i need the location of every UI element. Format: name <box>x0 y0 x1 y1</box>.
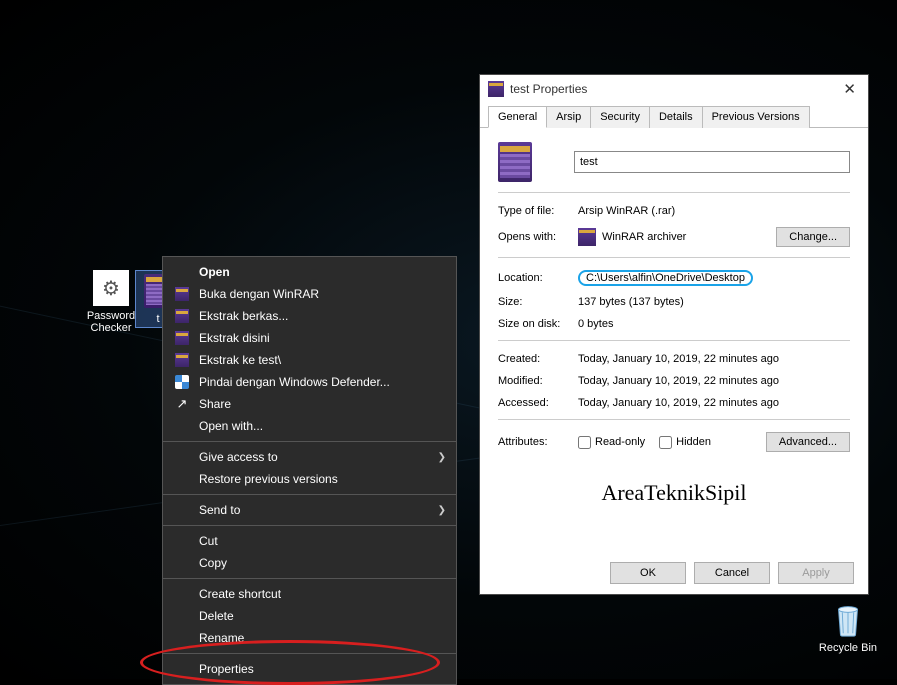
tab-arsip[interactable]: Arsip <box>546 106 591 128</box>
blank-icon <box>173 471 191 487</box>
context-menu: Open Buka dengan WinRAR Ekstrak berkas..… <box>162 256 457 685</box>
created-value: Today, January 10, 2019, 22 minutes ago <box>578 353 850 365</box>
tab-details[interactable]: Details <box>649 106 703 128</box>
menu-open-with[interactable]: Open with... <box>163 415 456 437</box>
chevron-right-icon: ❯ <box>438 452 446 463</box>
size-on-disk-label: Size on disk: <box>498 318 578 330</box>
modified-value: Today, January 10, 2019, 22 minutes ago <box>578 375 850 387</box>
location-label: Location: <box>498 272 578 284</box>
gear-icon: ⚙ <box>93 270 129 306</box>
shield-icon <box>173 374 191 390</box>
menu-buka-dengan-winrar[interactable]: Buka dengan WinRAR <box>163 283 456 305</box>
menu-ekstrak-berkas[interactable]: Ekstrak berkas... <box>163 305 456 327</box>
tab-panel-general: Type of file: Arsip WinRAR (.rar) Opens … <box>480 128 868 516</box>
close-button[interactable]: ✕ <box>837 80 862 98</box>
blank-icon <box>173 608 191 624</box>
chevron-right-icon: ❯ <box>438 505 446 516</box>
winrar-icon <box>173 308 191 324</box>
winrar-icon <box>173 286 191 302</box>
size-on-disk-value: 0 bytes <box>578 318 850 330</box>
tab-general[interactable]: General <box>488 106 547 128</box>
size-value: 137 bytes (137 bytes) <box>578 296 850 308</box>
blank-icon <box>173 661 191 677</box>
menu-rename[interactable]: Rename <box>163 627 456 649</box>
menu-ekstrak-ke[interactable]: Ekstrak ke test\ <box>163 349 456 371</box>
location-value: C:\Users\alfin\OneDrive\Desktop <box>578 270 753 286</box>
readonly-checkbox[interactable] <box>578 436 591 449</box>
menu-defender-scan[interactable]: Pindai dengan Windows Defender... <box>163 371 456 393</box>
tab-strip: General Arsip Security Details Previous … <box>480 103 868 128</box>
blank-icon <box>173 533 191 549</box>
blank-icon <box>173 555 191 571</box>
menu-delete[interactable]: Delete <box>163 605 456 627</box>
blank-icon <box>173 586 191 602</box>
opens-with-value: WinRAR archiver <box>602 231 686 243</box>
created-label: Created: <box>498 353 578 365</box>
menu-cut[interactable]: Cut <box>163 530 456 552</box>
blank-icon <box>173 502 191 518</box>
tab-previous-versions[interactable]: Previous Versions <box>702 106 810 128</box>
blank-icon <box>173 418 191 434</box>
blank-icon <box>173 630 191 646</box>
dialog-button-row: OK Cancel Apply <box>610 562 854 584</box>
winrar-icon <box>578 228 596 246</box>
menu-give-access-to[interactable]: Give access to ❯ <box>163 446 456 468</box>
size-label: Size: <box>498 296 578 308</box>
menu-create-shortcut[interactable]: Create shortcut <box>163 583 456 605</box>
dialog-title: test Properties <box>510 82 587 96</box>
recycle-bin-icon <box>830 600 866 638</box>
apply-button[interactable]: Apply <box>778 562 854 584</box>
menu-ekstrak-disini[interactable]: Ekstrak disini <box>163 327 456 349</box>
desktop-icon-label: Recycle Bin <box>819 642 877 654</box>
opens-with-label: Opens with: <box>498 231 578 243</box>
menu-properties[interactable]: Properties <box>163 658 456 680</box>
type-of-file-label: Type of file: <box>498 205 578 217</box>
winrar-icon <box>488 81 504 97</box>
filename-input[interactable] <box>574 151 850 173</box>
cancel-button[interactable]: Cancel <box>694 562 770 584</box>
blank-icon <box>173 449 191 465</box>
desktop-icon-recycle-bin[interactable]: Recycle Bin <box>819 600 877 654</box>
menu-send-to[interactable]: Send to ❯ <box>163 499 456 521</box>
hidden-label: Hidden <box>676 436 711 448</box>
properties-dialog: test Properties ✕ General Arsip Security… <box>479 74 869 595</box>
accessed-label: Accessed: <box>498 397 578 409</box>
menu-open[interactable]: Open <box>163 261 456 283</box>
rar-archive-icon <box>498 142 532 182</box>
menu-restore-versions[interactable]: Restore previous versions <box>163 468 456 490</box>
winrar-icon <box>173 330 191 346</box>
hidden-checkbox[interactable] <box>659 436 672 449</box>
winrar-icon <box>173 352 191 368</box>
watermark-text: AreaTeknikSipil <box>498 480 850 506</box>
titlebar[interactable]: test Properties ✕ <box>480 75 868 103</box>
share-icon: ↗ <box>173 396 191 412</box>
menu-copy[interactable]: Copy <box>163 552 456 574</box>
modified-label: Modified: <box>498 375 578 387</box>
change-button[interactable]: Change... <box>776 227 850 247</box>
type-of-file-value: Arsip WinRAR (.rar) <box>578 205 850 217</box>
menu-share[interactable]: ↗ Share <box>163 393 456 415</box>
accessed-value: Today, January 10, 2019, 22 minutes ago <box>578 397 850 409</box>
attributes-label: Attributes: <box>498 436 578 448</box>
advanced-button[interactable]: Advanced... <box>766 432 850 452</box>
blank-icon <box>173 264 191 280</box>
tab-security[interactable]: Security <box>590 106 650 128</box>
readonly-label: Read-only <box>595 436 645 448</box>
ok-button[interactable]: OK <box>610 562 686 584</box>
